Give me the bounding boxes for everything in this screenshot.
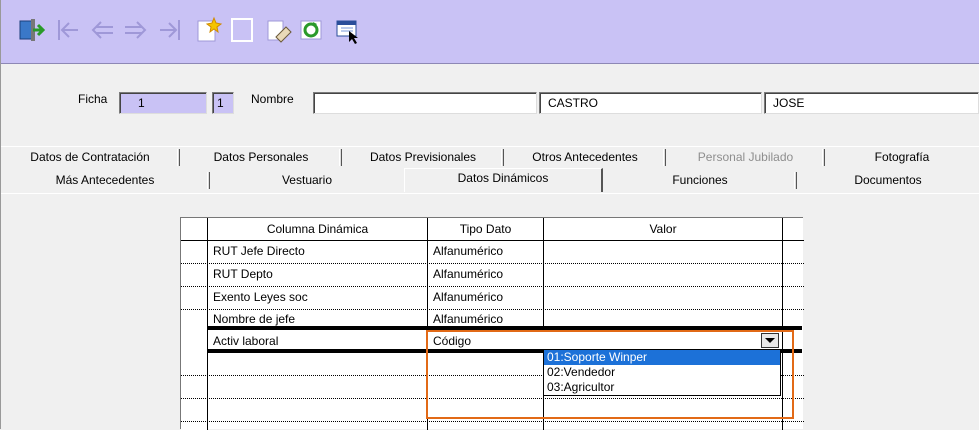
dynamic-data-grid: Columna Dinámica Tipo Dato Valor RUT Jef…: [180, 217, 804, 430]
tab-otros-antecedentes[interactable]: Otros Antecedentes: [504, 148, 666, 168]
first-record-icon[interactable]: [53, 15, 83, 45]
tab-datos-personales[interactable]: Datos Personales: [180, 148, 342, 168]
tab-datos-previsionales[interactable]: Datos Previsionales: [342, 148, 504, 168]
cell-valor[interactable]: [544, 308, 782, 331]
valor-dropdown-list: 01:Soporte Winper 02:Vendedor 03:Agricul…: [543, 349, 781, 396]
cell-tipo[interactable]: Alfanumérico: [428, 263, 543, 286]
cell-valor[interactable]: [544, 263, 782, 286]
cell-columna[interactable]: Exento Leyes soc: [208, 286, 427, 309]
dropdown-arrow-icon[interactable]: [761, 333, 779, 348]
cell-columna[interactable]: Activ laboral: [208, 330, 427, 353]
cell-columna[interactable]: Nombre de jefe: [208, 308, 427, 331]
refresh-icon[interactable]: [296, 15, 326, 45]
tab-mas-antecedentes[interactable]: Más Antecedentes: [0, 171, 210, 191]
column-header-valor[interactable]: Valor: [544, 218, 782, 241]
tab-personal-jubilado[interactable]: Personal Jubilado: [666, 148, 825, 168]
clear-icon[interactable]: [263, 15, 293, 45]
previous-record-icon[interactable]: [87, 15, 117, 45]
cell-valor[interactable]: [544, 286, 782, 309]
blank-icon[interactable]: [227, 15, 257, 45]
query-icon[interactable]: [332, 15, 362, 45]
ficha-label: Ficha: [78, 92, 108, 106]
tab-funciones[interactable]: Funciones: [603, 171, 797, 191]
apellido-field[interactable]: CASTRO: [539, 92, 762, 114]
nombre-label: Nombre: [251, 92, 294, 106]
valor-combo[interactable]: [543, 331, 781, 351]
ficha-secondary-field[interactable]: 1: [212, 92, 234, 114]
tabs-row-2: Más Antecedentes Vestuario Datos Dinámic…: [0, 168, 979, 192]
cell-tipo[interactable]: Alfanumérico: [428, 240, 543, 263]
next-record-icon[interactable]: [121, 15, 151, 45]
tab-datos-dinamicos[interactable]: Datos Dinámicos: [404, 168, 603, 192]
column-header-columna-dinamica[interactable]: Columna Dinámica: [208, 218, 427, 241]
cell-tipo[interactable]: Alfanumérico: [428, 308, 543, 331]
last-record-icon[interactable]: [155, 15, 185, 45]
exit-icon[interactable]: [17, 15, 47, 45]
tab-documentos[interactable]: Documentos: [797, 171, 979, 191]
dropdown-option[interactable]: 01:Soporte Winper: [544, 350, 780, 365]
toolbar: [0, 0, 979, 64]
dropdown-option[interactable]: 02:Vendedor: [544, 365, 780, 380]
tab-datos-contratacion[interactable]: Datos de Contratación: [0, 148, 180, 168]
dropdown-option[interactable]: 03:Agricultor: [544, 380, 780, 395]
cell-tipo[interactable]: Código: [428, 330, 543, 353]
nombre2-field[interactable]: JOSE: [764, 92, 979, 114]
ficha-field[interactable]: 1: [119, 92, 207, 114]
cell-columna[interactable]: RUT Jefe Directo: [208, 240, 427, 263]
tab-fotografia[interactable]: Fotografía: [825, 148, 979, 168]
nombre-field[interactable]: [313, 92, 537, 114]
cell-tipo[interactable]: Alfanumérico: [428, 286, 543, 309]
new-record-icon[interactable]: [193, 15, 223, 45]
cell-columna[interactable]: RUT Depto: [208, 263, 427, 286]
column-header-tipo-dato[interactable]: Tipo Dato: [428, 218, 543, 241]
tab-vestuario[interactable]: Vestuario: [210, 171, 404, 191]
cell-valor[interactable]: [544, 240, 782, 263]
tabs-row-1: Datos de Contratación Datos Personales D…: [0, 148, 979, 168]
